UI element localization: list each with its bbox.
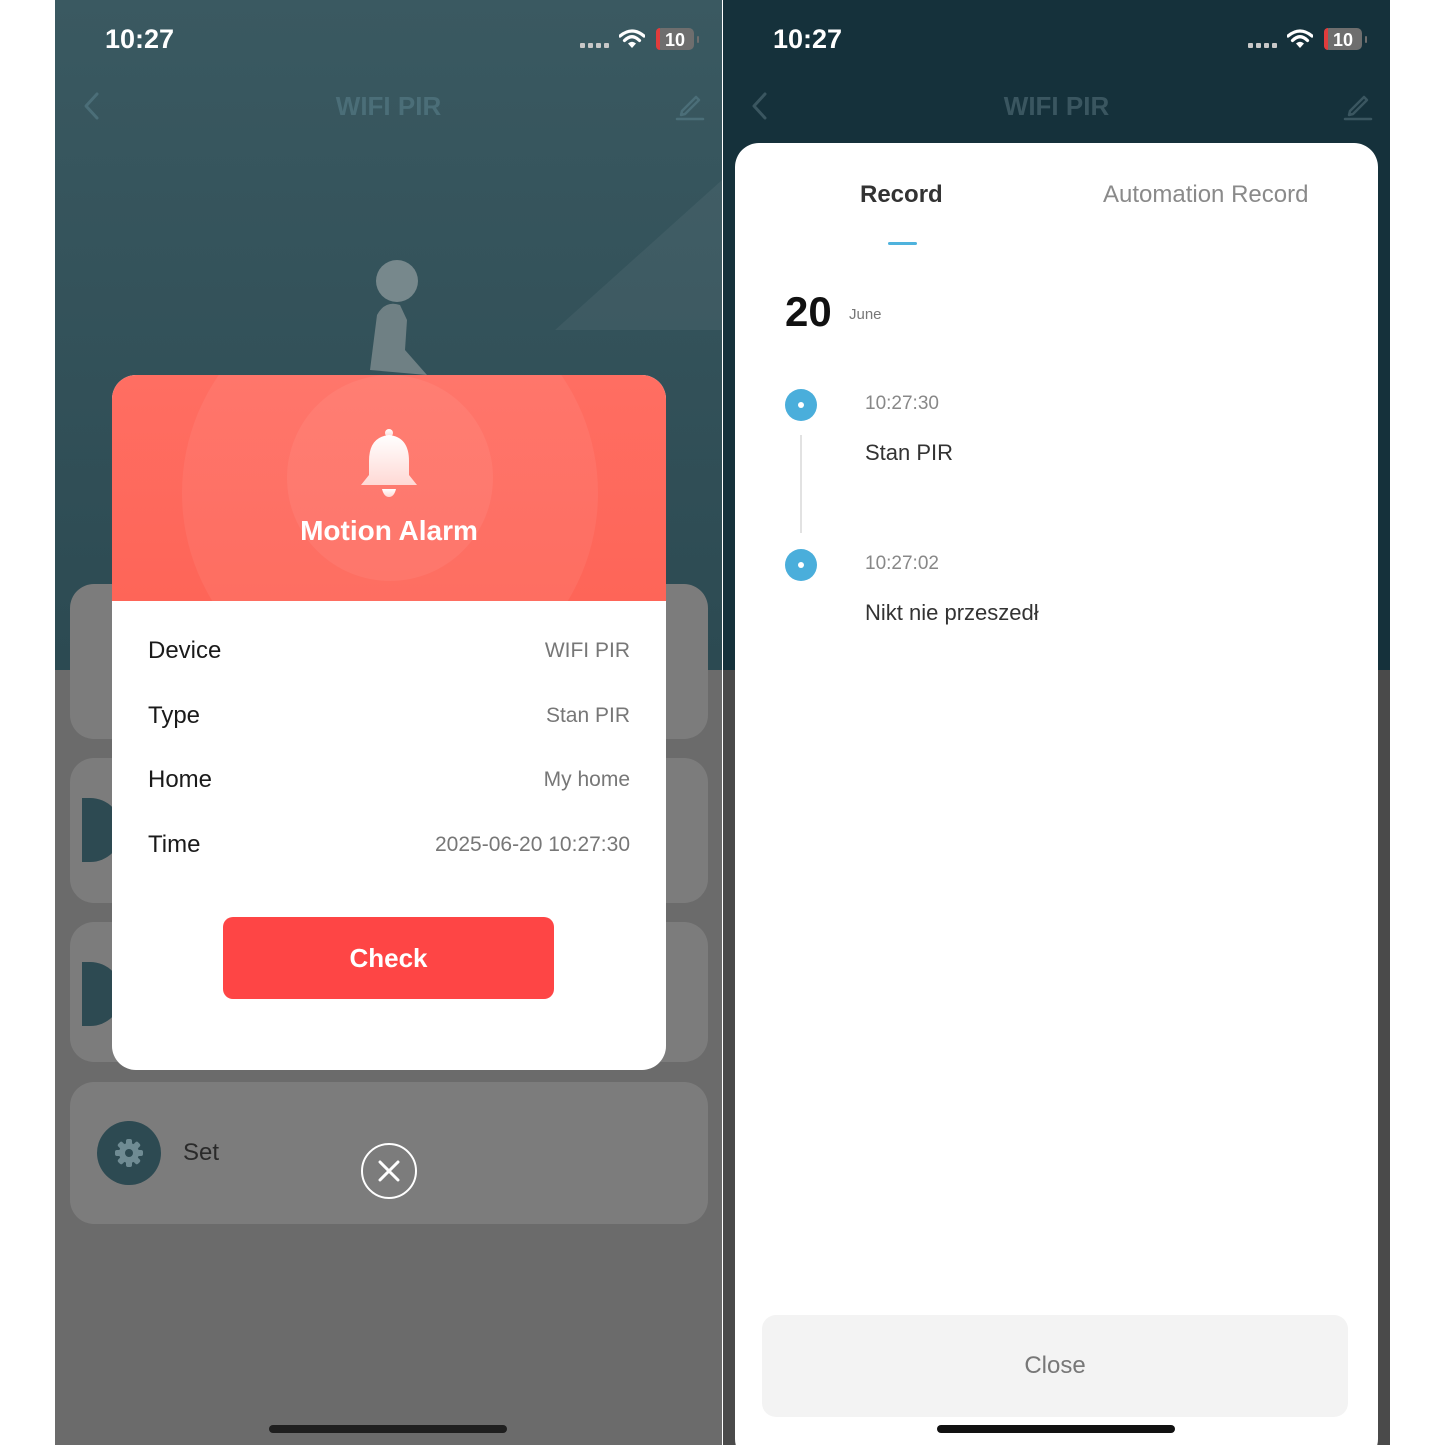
nav-bar: WIFI PIR [55, 75, 722, 135]
detail-key: Type [148, 702, 201, 729]
battery-icon: 10 [656, 28, 699, 50]
page-title: WIFI PIR [335, 91, 442, 121]
active-tab-indicator [888, 242, 917, 245]
battery-level: 10 [664, 30, 686, 50]
timeline-dot [785, 549, 817, 581]
detail-key: Device [148, 637, 222, 664]
record-text: Stan PIR [865, 440, 954, 465]
detail-key: Home [148, 766, 213, 793]
detail-row-device: Device WIFI PIR [148, 637, 630, 677]
settings-icon-circle [97, 1121, 161, 1185]
record-text: Nikt nie przeszedł [865, 600, 1039, 625]
page-title: WIFI PIR [1003, 91, 1110, 121]
battery-icon: 10 [1324, 28, 1367, 50]
record-sheet: Record Automation Record 20 June 10:27:3… [735, 143, 1378, 1445]
signal-icon [580, 40, 612, 48]
detail-row-type: Type Stan PIR [148, 702, 630, 742]
detail-value: My home [543, 768, 630, 791]
alarm-title: Motion Alarm [300, 515, 478, 546]
detail-row-time: Time 2025-06-20 10:27:30 [148, 831, 630, 871]
bell-icon [361, 429, 417, 497]
timeline-dot [785, 389, 817, 421]
motion-alarm-dialog: Motion Alarm Device WIFI PIR Type Stan P… [112, 375, 666, 1070]
record-time: 10:27:02 [865, 553, 939, 574]
set-label: Set [183, 1139, 220, 1166]
nav-bar: WIFI PIR [723, 75, 1390, 135]
date-month: June [849, 306, 882, 323]
status-time: 10:27 [773, 24, 843, 54]
date-day: 20 [785, 288, 832, 335]
wifi-icon [619, 29, 645, 48]
detail-row-home: Home My home [148, 766, 630, 806]
tab-record[interactable]: Record [860, 181, 943, 209]
gear-icon [115, 1139, 143, 1167]
battery-level: 10 [1332, 30, 1354, 50]
edit-pencil-icon[interactable] [1342, 89, 1374, 121]
record-time: 10:27:30 [865, 393, 939, 414]
detail-value: 2025-06-20 10:27:30 [435, 833, 630, 856]
status-bar: 10:27 10 [55, 0, 722, 70]
detail-value: Stan PIR [545, 704, 630, 727]
signal-icon [1248, 40, 1280, 48]
close-dialog-button[interactable] [361, 1143, 417, 1199]
home-indicator [269, 1425, 507, 1433]
status-bar: 10:27 10 [723, 0, 1390, 70]
status-time: 10:27 [105, 24, 175, 54]
timeline-line [800, 435, 802, 533]
edit-pencil-icon[interactable] [674, 89, 706, 121]
wifi-icon [1287, 29, 1313, 48]
alarm-header: Motion Alarm [112, 375, 666, 601]
home-indicator [937, 1425, 1175, 1433]
check-button[interactable]: Check [223, 917, 554, 999]
detail-value: WIFI PIR [544, 639, 630, 662]
close-button[interactable]: Close [762, 1315, 1348, 1417]
tab-automation-record[interactable]: Automation Record [1103, 181, 1308, 209]
left-screen: 10:27 10 WIFI PIR Set Motion Alarm Devic… [55, 0, 722, 1445]
detail-key: Time [148, 831, 201, 858]
close-icon [378, 1160, 400, 1182]
right-screen: 10:27 10 WIFI PIR Record Automation Reco… [723, 0, 1390, 1445]
